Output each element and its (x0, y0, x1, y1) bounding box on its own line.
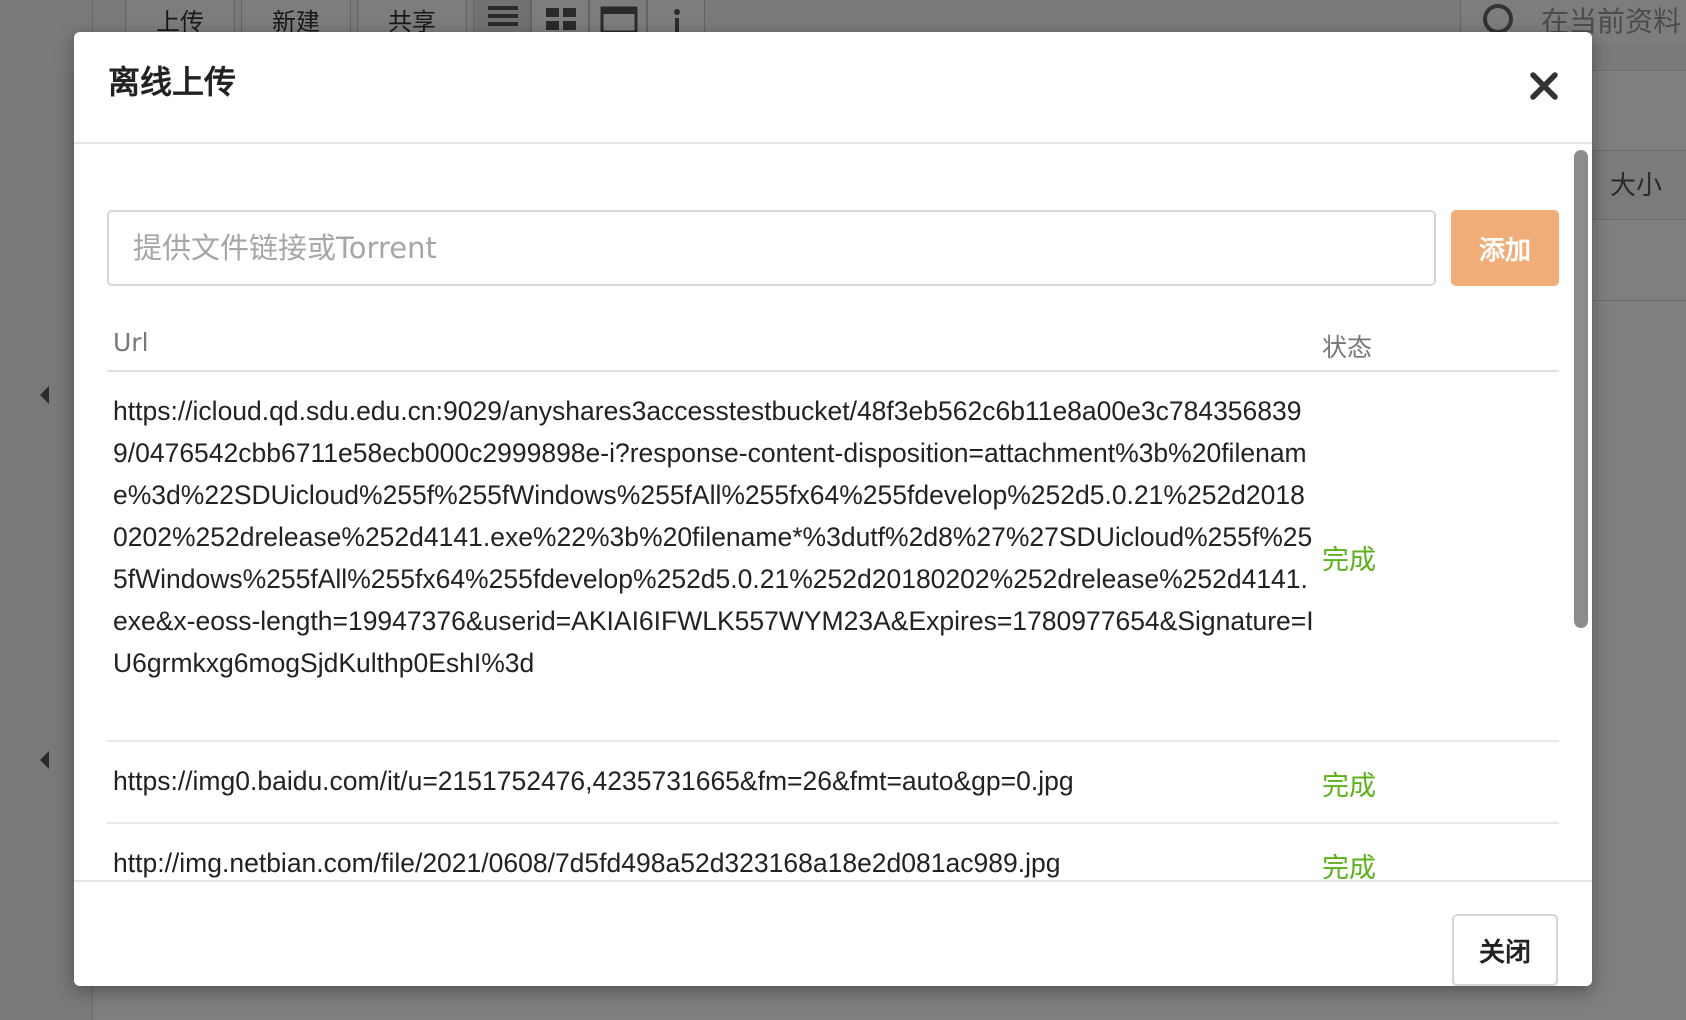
row-url: https://img0.baidu.com/it/u=2151752476,4… (113, 766, 1074, 796)
close-button[interactable]: 关闭 (1452, 914, 1558, 986)
url-input[interactable] (107, 210, 1436, 286)
row-url: http://img.netbian.com/file/2021/0608/7d… (113, 848, 1061, 878)
scrollbar-thumb[interactable] (1574, 150, 1588, 628)
table-header-row: Url 状态 (107, 316, 1559, 372)
url-column-header: Url (113, 328, 149, 357)
dialog-footer: 关闭 (74, 880, 1592, 986)
table-row: http://img.netbian.com/file/2021/0608/7d… (107, 824, 1559, 880)
offline-upload-dialog: 离线上传 添加 Url 状态 https://icloud.qd.sdu.edu… (74, 32, 1592, 986)
row-status: 完成 (1322, 545, 1376, 576)
table-row: https://icloud.qd.sdu.edu.cn:9029/anysha… (107, 372, 1559, 742)
dialog-header: 离线上传 (74, 32, 1592, 144)
close-icon[interactable] (1526, 68, 1562, 104)
dialog-title: 离线上传 (108, 63, 237, 101)
status-column-header: 状态 (1322, 333, 1373, 362)
add-button[interactable]: 添加 (1451, 210, 1559, 286)
row-status: 完成 (1322, 771, 1376, 802)
upload-table: Url 状态 https://icloud.qd.sdu.edu.cn:9029… (107, 316, 1559, 880)
table-row: https://img0.baidu.com/it/u=2151752476,4… (107, 742, 1559, 824)
row-url: https://icloud.qd.sdu.edu.cn:9029/anysha… (113, 396, 1314, 678)
row-status: 完成 (1322, 853, 1376, 880)
dialog-body: 添加 Url 状态 https://icloud.qd.sdu.edu.cn:9… (74, 144, 1592, 880)
